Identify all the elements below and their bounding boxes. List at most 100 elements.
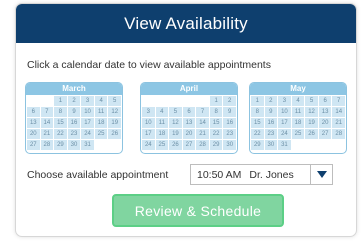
calendar-day[interactable]: 20 [27, 129, 40, 139]
calendar-day[interactable]: 3 [278, 96, 291, 106]
calendar-day[interactable]: 9 [264, 107, 278, 117]
calendar-day[interactable]: 7 [40, 107, 54, 117]
calendar-day[interactable]: 11 [155, 118, 169, 128]
calendar-day[interactable]: 19 [305, 118, 318, 128]
calendar-day[interactable]: 29 [251, 140, 264, 150]
calendar-day[interactable]: 16 [67, 118, 81, 128]
calendar-empty-cell [196, 96, 209, 106]
calendar-day[interactable]: 21 [332, 118, 345, 128]
calendar-day[interactable]: 13 [318, 107, 332, 117]
calendar-day[interactable]: 29 [209, 140, 223, 150]
calendar-day[interactable]: 20 [182, 129, 196, 139]
calendar-day[interactable]: 1 [251, 96, 264, 106]
calendar-day[interactable]: 23 [223, 129, 236, 139]
calendar-day[interactable]: 2 [264, 96, 278, 106]
appointment-time: 10:50 AM [197, 168, 242, 181]
calendar-day[interactable]: 19 [169, 129, 182, 139]
calendar-day[interactable]: 11 [291, 107, 305, 117]
calendar-day[interactable]: 5 [305, 96, 318, 106]
calendar-day[interactable]: 26 [108, 129, 121, 139]
calendar-day[interactable]: 4 [155, 107, 169, 117]
calendar-day[interactable]: 17 [81, 118, 94, 128]
calendar-day[interactable]: 15 [54, 118, 67, 128]
calendar-day[interactable]: 2 [67, 96, 81, 106]
calendar-day[interactable]: 27 [27, 140, 40, 150]
calendar-day[interactable]: 9 [67, 107, 81, 117]
calendar-day[interactable]: 9 [223, 107, 236, 117]
calendar-day[interactable]: 20 [318, 118, 332, 128]
calendar-day[interactable]: 22 [54, 129, 67, 139]
calendar-day[interactable]: 18 [94, 118, 108, 128]
calendar-day[interactable]: 15 [251, 118, 264, 128]
calendar-day[interactable]: 8 [209, 107, 223, 117]
calendar-day[interactable]: 13 [27, 118, 40, 128]
calendar-day[interactable]: 22 [209, 129, 223, 139]
calendar-day[interactable]: 14 [332, 107, 345, 117]
calendar-day[interactable]: 12 [169, 118, 182, 128]
review-schedule-button[interactable]: Review & Schedule [112, 194, 284, 227]
calendar-day[interactable]: 22 [251, 129, 264, 139]
calendar-grid: 1 2 3 4 5 6 7 8 9 10 11 12 13 14 15 16 17 18 19 20 21 22 23 24 2… [26, 95, 122, 150]
calendar-day[interactable]: 1 [209, 96, 223, 106]
calendar-day[interactable]: 28 [196, 140, 209, 150]
calendar-day[interactable]: 19 [108, 118, 121, 128]
calendar-day[interactable]: 4 [94, 96, 108, 106]
calendar-day[interactable]: 13 [182, 118, 196, 128]
calendar-day[interactable]: 5 [169, 107, 182, 117]
calendar-day[interactable]: 30 [264, 140, 278, 150]
calendar-day[interactable]: 12 [305, 107, 318, 117]
calendar-day[interactable]: 24 [278, 129, 291, 139]
calendar-day[interactable]: 31 [81, 140, 94, 150]
calendar-day[interactable]: 12 [108, 107, 121, 117]
calendar-day[interactable]: 16 [223, 118, 236, 128]
calendar-day[interactable]: 10 [278, 107, 291, 117]
calendar-day[interactable]: 21 [196, 129, 209, 139]
calendar-day[interactable]: 25 [94, 129, 108, 139]
calendar-day[interactable]: 30 [67, 140, 81, 150]
calendar-day[interactable]: 7 [196, 107, 209, 117]
calendar-day[interactable]: 23 [67, 129, 81, 139]
calendar-day[interactable]: 27 [318, 129, 332, 139]
calendar-day[interactable]: 21 [40, 129, 54, 139]
calendar-day[interactable]: 26 [305, 129, 318, 139]
calendar-day[interactable]: 14 [196, 118, 209, 128]
appointment-select[interactable]: 10:50 AM Dr. Jones [190, 164, 333, 185]
calendar-day[interactable]: 25 [155, 140, 169, 150]
calendar-day[interactable]: 18 [291, 118, 305, 128]
calendar-day[interactable]: 2 [223, 96, 236, 106]
calendar-day[interactable]: 18 [155, 129, 169, 139]
calendar-day[interactable]: 29 [54, 140, 67, 150]
calendar-day[interactable]: 1 [54, 96, 67, 106]
calendar-day[interactable]: 15 [209, 118, 223, 128]
calendar-day[interactable]: 17 [142, 129, 155, 139]
calendar-day[interactable]: 7 [332, 96, 345, 106]
calendar-day[interactable]: 14 [40, 118, 54, 128]
calendar-day[interactable]: 10 [142, 118, 155, 128]
calendar-day[interactable]: 16 [264, 118, 278, 128]
calendar-day[interactable]: 6 [27, 107, 40, 117]
calendar-day[interactable]: 17 [278, 118, 291, 128]
calendar-day[interactable]: 6 [318, 96, 332, 106]
calendar-day[interactable]: 3 [81, 96, 94, 106]
calendar-day[interactable]: 25 [291, 129, 305, 139]
calendar-day[interactable]: 28 [332, 129, 345, 139]
calendar-day[interactable]: 10 [81, 107, 94, 117]
calendar-day[interactable]: 24 [142, 140, 155, 150]
calendar-day[interactable]: 26 [169, 140, 182, 150]
calendar-day[interactable]: 8 [251, 107, 264, 117]
calendar-empty-cell [40, 96, 54, 106]
calendar-day[interactable]: 31 [278, 140, 291, 150]
calendar-day[interactable]: 6 [182, 107, 196, 117]
calendar-day[interactable]: 11 [94, 107, 108, 117]
calendar-day[interactable]: 5 [108, 96, 121, 106]
calendar-day[interactable]: 24 [81, 129, 94, 139]
calendar-day[interactable]: 30 [223, 140, 236, 150]
calendar-day[interactable]: 8 [54, 107, 67, 117]
dropdown-arrow-icon[interactable] [310, 165, 332, 184]
calendar-day[interactable]: 27 [182, 140, 196, 150]
calendar-day[interactable]: 4 [291, 96, 305, 106]
calendar-day[interactable]: 28 [40, 140, 54, 150]
calendar-empty-cell [182, 96, 196, 106]
calendar-day[interactable]: 23 [264, 129, 278, 139]
calendar-day[interactable]: 3 [142, 107, 155, 117]
